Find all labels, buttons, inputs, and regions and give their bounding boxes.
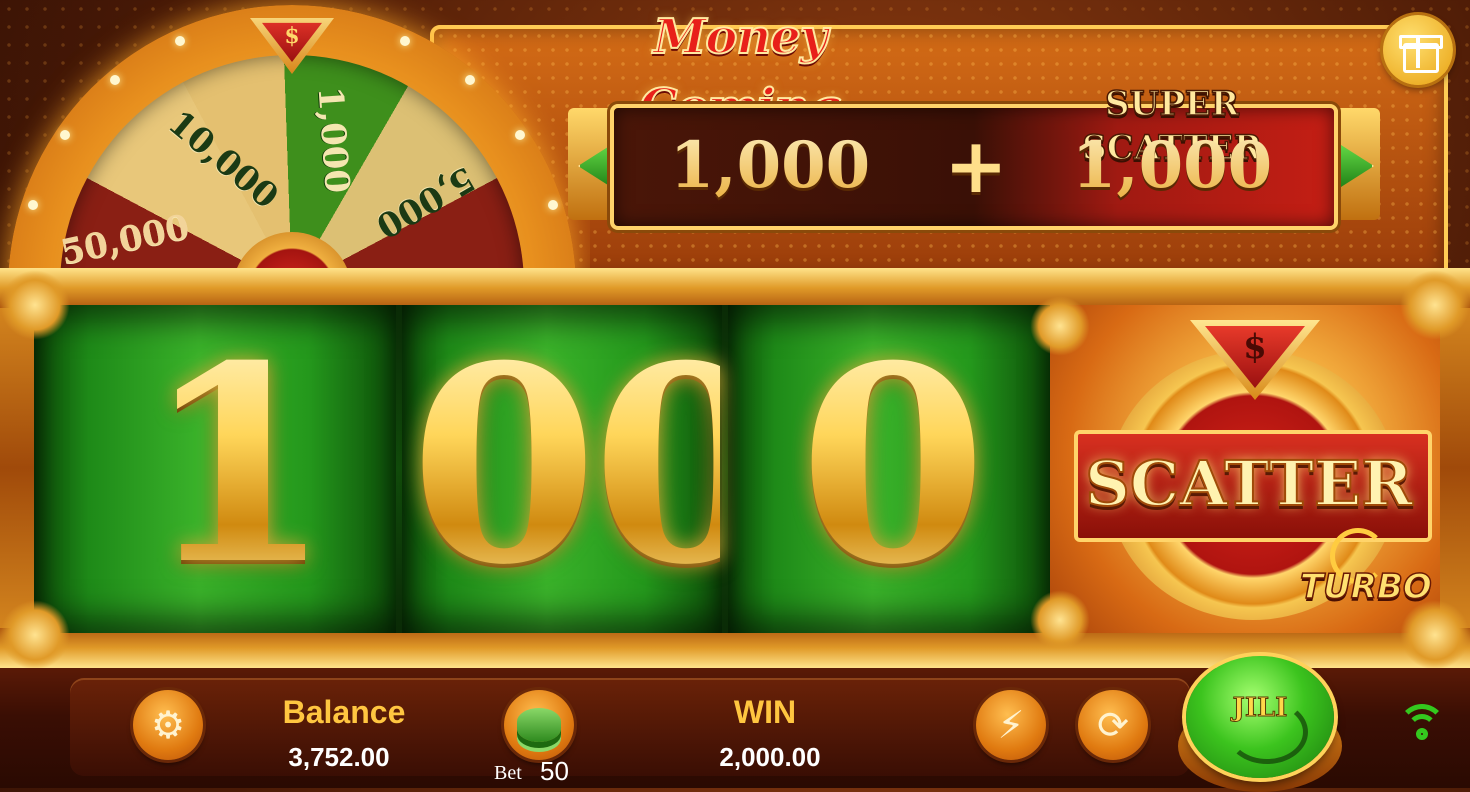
wheel-light [548,200,558,210]
turbo-button[interactable]: ⚡ [976,690,1046,760]
prize-wheel: 50,000 10,000 1,000 5,000 $ [0,0,590,270]
scatter-label: SCATTER [1084,446,1414,521]
reel-divider [396,305,402,633]
divider-ornament [1030,296,1090,356]
divider-ornament [1030,590,1090,650]
reel-2-symbol: 00 [410,306,780,624]
win-label: WIN [733,694,797,730]
spin-brand-label: JILI [1232,693,1288,724]
jackpot-base-value: 1,000 [650,118,890,213]
super-scatter-value: 1,000 [1052,118,1292,213]
wheel-light [175,36,185,46]
coin-stack-icon [517,708,561,742]
bet-value: 50 [540,756,569,786]
reel-frame-top [0,268,1470,308]
corner-ornament [0,600,70,670]
game-title: Money Coming [638,8,843,136]
autospin-icon: ⟳ [1097,703,1129,747]
corner-ornament [1400,600,1470,670]
wheel-light [400,36,410,46]
wifi-icon [1398,704,1446,752]
autospin-button[interactable]: ⟳ [1078,690,1148,760]
bet-button[interactable] [504,690,574,760]
reel-3-symbol: 0 [780,315,1000,615]
wheel-light [465,75,475,85]
plus-sign: + [944,121,1008,210]
lightning-icon: ⚡ [997,703,1025,747]
corner-ornament [0,270,70,340]
gift-button[interactable] [1383,15,1453,85]
reel-1-symbol: 1 [120,315,350,615]
wheel-light [28,200,38,210]
wheel-light [110,75,120,85]
balance-value: 3,752.00 [288,742,390,772]
settings-button[interactable]: ⚙ [133,690,203,760]
wheel-segment-label: 1,000 [309,85,357,195]
bet-label: Bet [494,762,522,784]
win-value: 2,000.00 [719,742,821,772]
corner-ornament [1400,270,1470,340]
balance-label: Balance [282,694,406,730]
wheel-light [515,130,525,140]
wheel-light [60,130,70,140]
gear-icon: ⚙ [150,703,186,747]
